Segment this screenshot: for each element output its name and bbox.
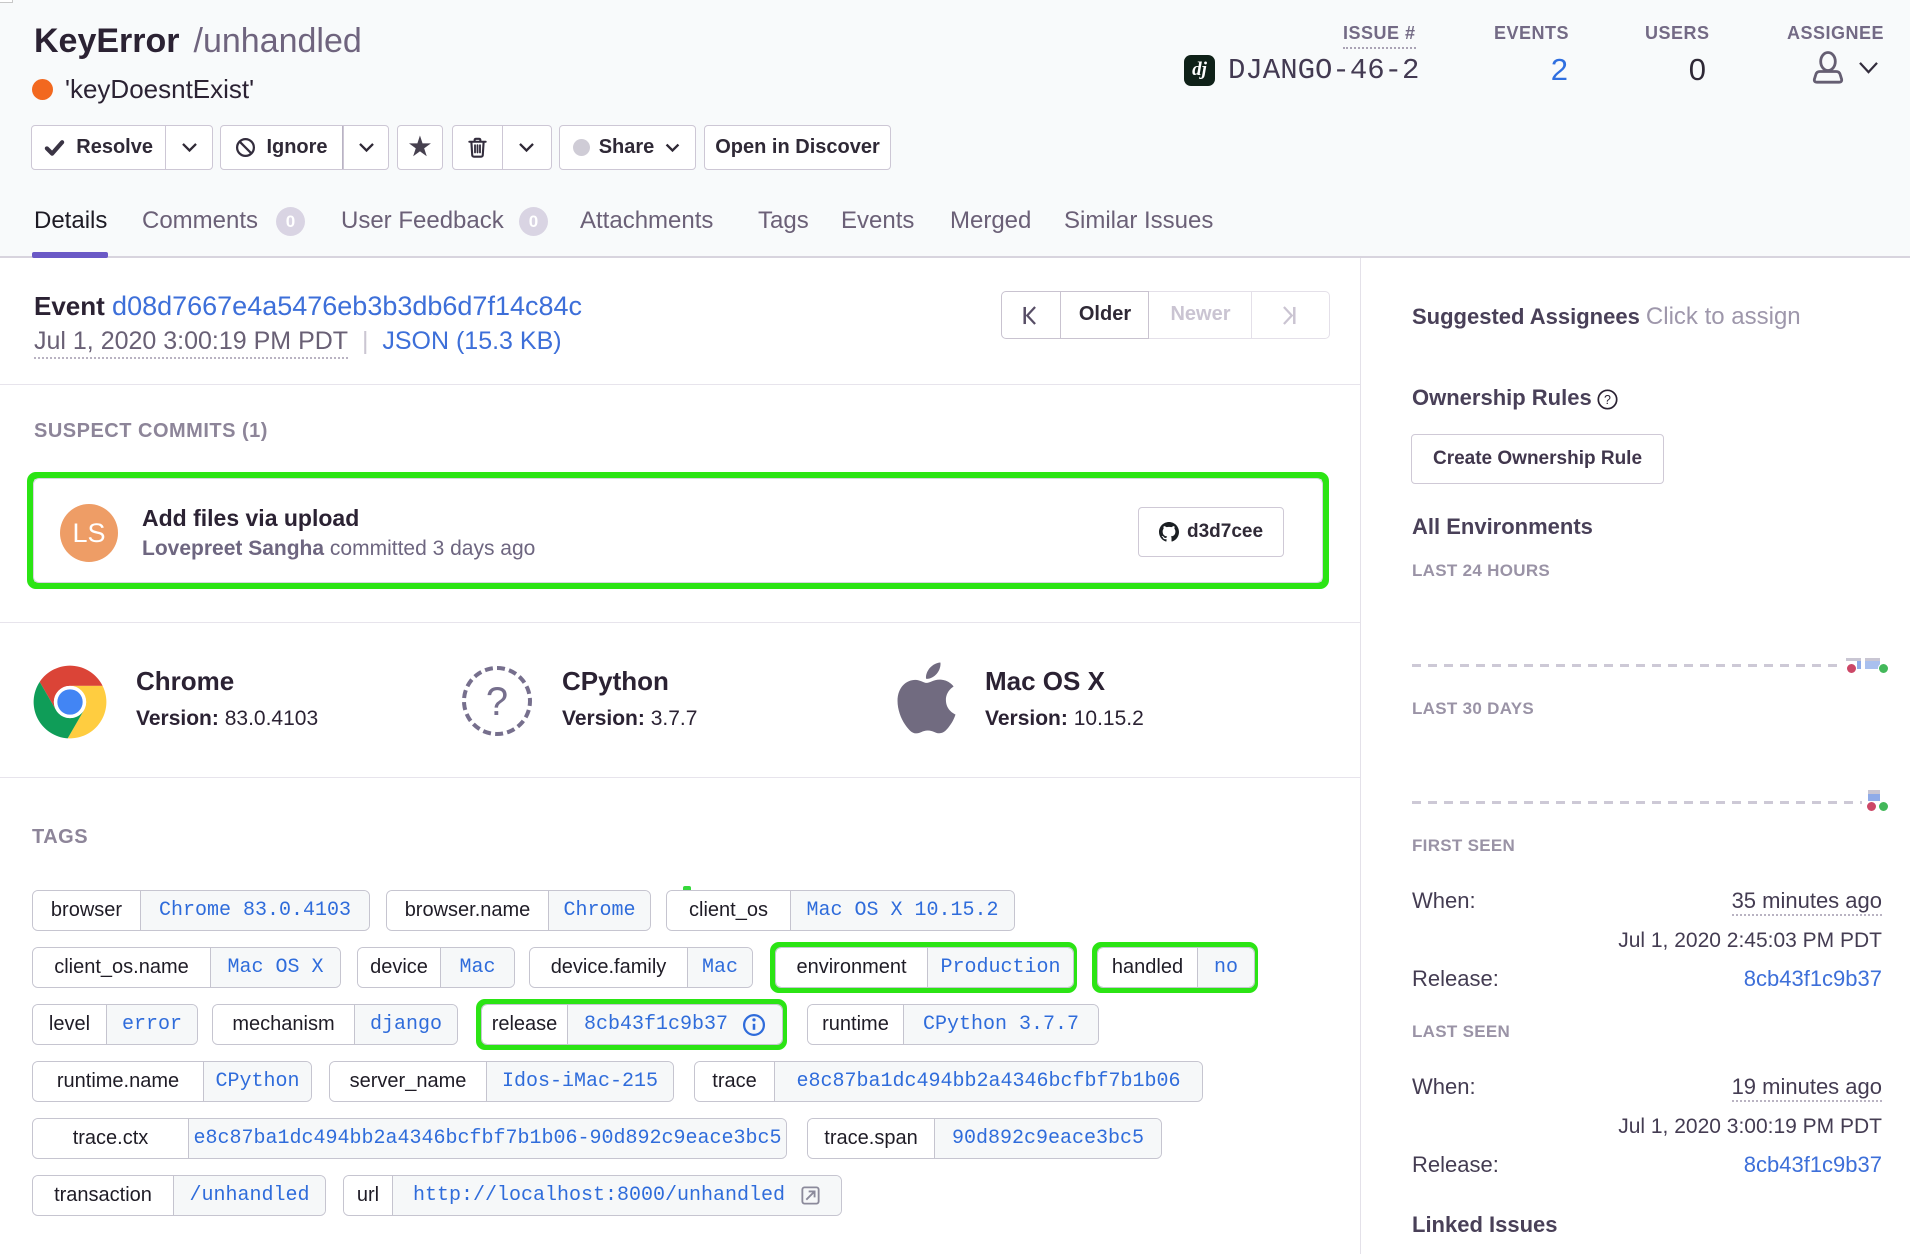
svg-text:?: ? [1604, 393, 1611, 407]
